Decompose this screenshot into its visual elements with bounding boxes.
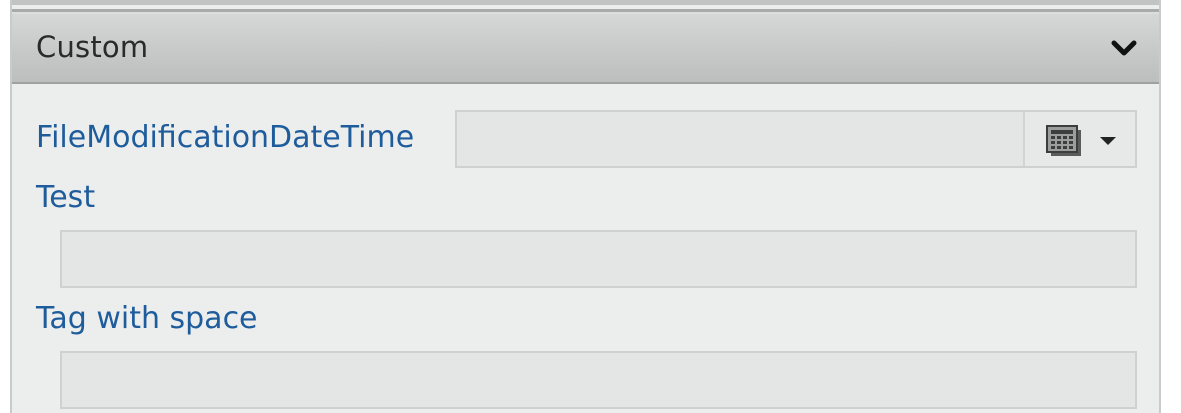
properties-window: Custom FileModificationDateTime Test Tag… [0, 0, 1181, 413]
file-modification-datetime-input[interactable] [457, 112, 1023, 166]
test-input[interactable] [60, 230, 1137, 288]
tag-with-space-input[interactable] [60, 351, 1137, 409]
field-label-file-modification-datetime: FileModificationDateTime [36, 120, 415, 155]
file-modification-datetime-picker [455, 110, 1137, 168]
field-label-test: Test [36, 180, 96, 215]
chevron-down-icon[interactable] [1111, 38, 1137, 58]
custom-properties-panel: Custom FileModificationDateTime Test Tag… [10, 0, 1161, 413]
field-label-tag-with-space: Tag with space [36, 301, 258, 336]
date-picker-button[interactable] [1023, 112, 1135, 166]
calendar-icon [1046, 125, 1081, 156]
panel-divider [12, 0, 1159, 14]
custom-section-header[interactable]: Custom [12, 14, 1159, 84]
dropdown-arrow-icon [1100, 137, 1116, 145]
section-title: Custom [36, 30, 149, 64]
